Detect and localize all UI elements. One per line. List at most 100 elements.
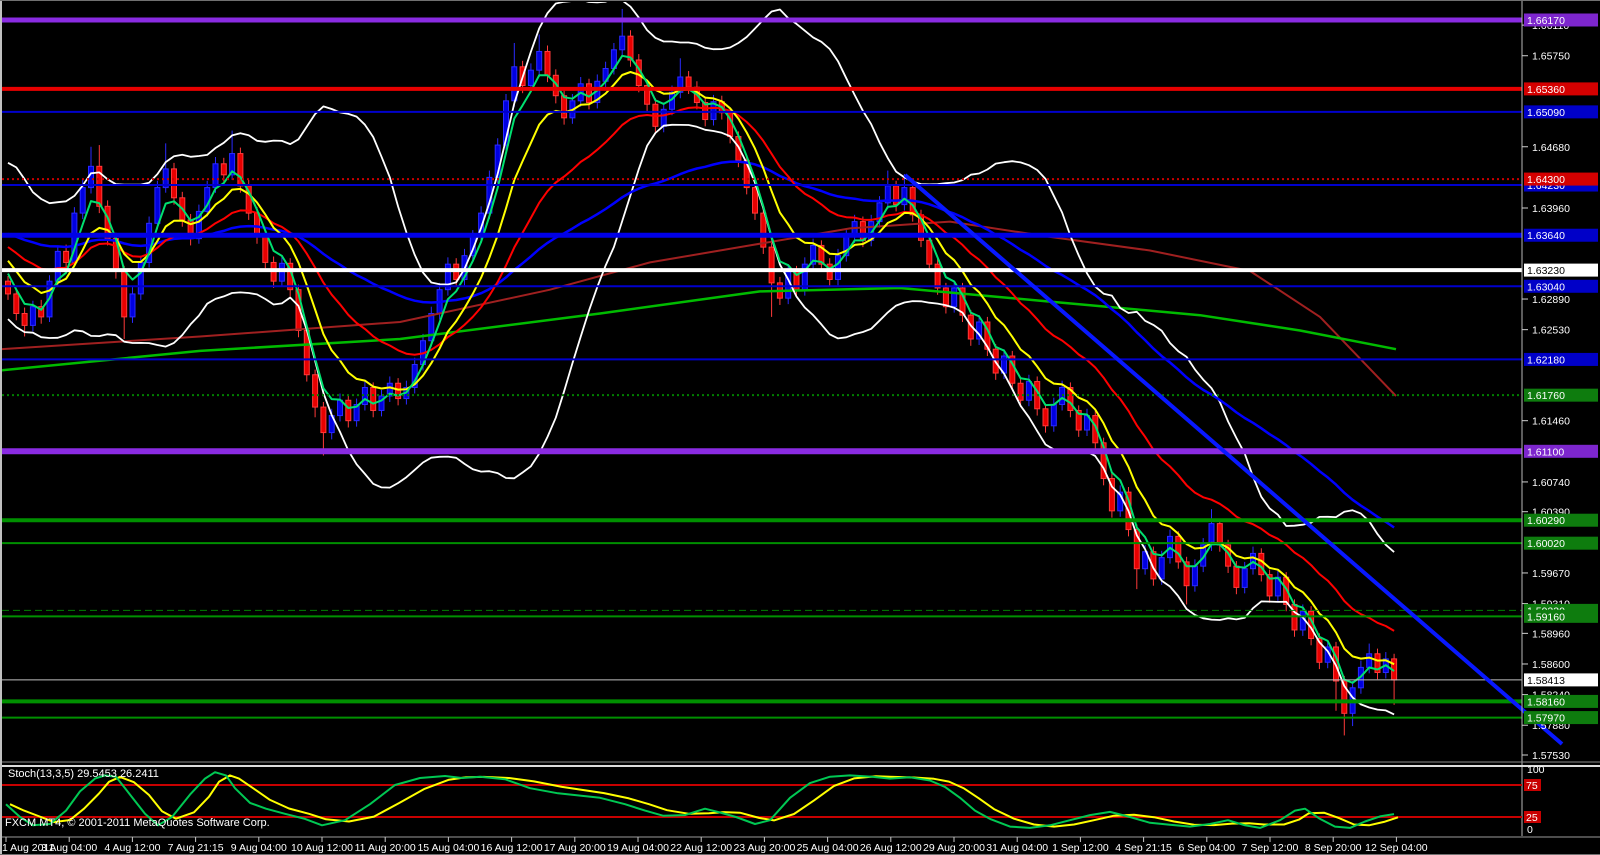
price-label-text: 1.64300 [1527,174,1565,186]
candle-body [79,187,86,214]
price-label-1.66170: 1.66170 [1524,13,1598,27]
candle-body [951,287,958,308]
candle-body [1175,535,1182,563]
candle-body [544,50,551,76]
time-tick-label: 19 Aug 04:00 [607,842,669,854]
candle-body [527,69,534,87]
candle-body [312,374,319,408]
price-tick-label: 1.61460 [1532,416,1570,428]
candle-body [1258,552,1265,576]
price-label-1.58413: 1.58413 [1524,673,1598,687]
candle-body [5,280,11,295]
candle-body [212,163,219,189]
candle-body [21,312,28,326]
time-tick-label: 4 Sep 21:15 [1115,842,1172,854]
candle-body [63,250,70,263]
chart-background [0,0,1600,855]
price-label-text: 1.57970 [1527,713,1565,725]
time-tick-label: 7 Sep 12:00 [1242,842,1299,854]
candle-body [262,236,269,263]
price-label-1.58160: 1.58160 [1524,694,1598,708]
stoch-axis-25: 25 [1524,811,1541,824]
price-label-1.60290: 1.60290 [1524,513,1598,527]
price-label-1.63230: 1.63230 [1524,263,1598,277]
candle-body [1233,565,1240,588]
time-tick-label: 8 Sep 20:00 [1305,842,1362,854]
time-tick-label: 6 Sep 04:00 [1178,842,1235,854]
stochastic-k-value: 29.5453 [77,768,117,780]
time-tick-label: 7 Aug 21:15 [168,842,224,854]
candle-body [154,187,161,224]
price-label-1.63040: 1.63040 [1524,279,1598,293]
stoch-level-label-text: 25 [1526,812,1538,824]
price-label-1.59160: 1.59160 [1524,609,1598,623]
price-tick-label: 1.64680 [1532,142,1570,154]
price-label-text: 1.58413 [1527,675,1565,687]
price-tick-label: 1.60740 [1532,477,1570,489]
candle-body [901,187,908,206]
time-tick-label: 31 Aug 04:00 [986,842,1048,854]
candle-body [13,293,20,314]
price-tick-label: 1.58600 [1532,659,1570,671]
stoch-axis-75: 75 [1524,779,1541,792]
candle-body [752,187,758,214]
candle-body [370,387,377,411]
candle-body [586,83,592,104]
stochastic-d-value: 26.2411 [119,768,159,780]
time-tick-label: 17 Aug 20:00 [544,842,606,854]
price-label-text: 1.63040 [1527,281,1565,293]
price-tick-label: 1.62890 [1532,294,1570,306]
price-label-1.61760: 1.61760 [1524,388,1598,402]
price-label-text: 1.66170 [1527,15,1565,27]
price-tick-label: 1.65750 [1532,51,1570,63]
candle-body [1216,523,1223,546]
candle-body [171,168,177,199]
candle-body [1025,381,1032,401]
time-tick-label: 25 Aug 04:00 [797,842,859,854]
stochastic-name: Stoch(13,3,5) [8,768,75,780]
stochastic-indicator-label: Stoch(13,3,5) 29.5453 26.2411 [8,768,159,780]
time-tick-label: 22 Aug 12:00 [670,842,732,854]
time-tick-label: 15 Aug 04:00 [417,842,479,854]
candle-body [129,293,136,318]
price-label-text: 1.61100 [1527,446,1564,458]
time-tick-label: 12 Sep 04:00 [1365,842,1428,854]
price-label-1.60020: 1.60020 [1524,536,1598,550]
candle-body [345,399,352,422]
candle-body [1042,408,1049,427]
price-tick-label: 1.63960 [1532,203,1570,215]
candle-body [561,95,568,119]
candle-body [320,406,327,434]
price-label-1.57970: 1.57970 [1524,711,1598,725]
stoch-axis-0: 0 [1527,824,1533,836]
price-tick-label: 1.57530 [1532,750,1570,762]
stoch-level-label-text: 75 [1526,780,1538,792]
time-tick-label: 1 Sep 12:00 [1052,842,1109,854]
price-label-1.65360: 1.65360 [1524,82,1598,96]
copyright-label: FXCM MT4, © 2001-2011 MetaQuotes Softwar… [5,817,270,829]
price-tick-label: 1.62530 [1532,325,1570,337]
price-label-text: 1.63230 [1527,265,1565,277]
time-tick-label: 11 Aug 20:00 [355,842,416,854]
time-tick-label: 10 Aug 12:00 [291,842,353,854]
price-label-text: 1.65090 [1527,107,1565,119]
candle-body [619,35,626,51]
time-tick-label: 4 Aug 12:00 [104,842,160,854]
price-label-text: 1.61760 [1527,390,1565,402]
stoch-axis-100: 100 [1527,764,1545,776]
price-label-text: 1.62180 [1527,354,1565,366]
candle-body [54,250,61,282]
candle-body [768,246,775,284]
mt4-chart-window: 1.661101.657501.646801.639601.628901.625… [0,0,1600,855]
price-label-text: 1.63640 [1527,230,1565,242]
time-tick-label: 16 Aug 12:00 [481,842,543,854]
candle-body [1017,382,1024,401]
chart-canvas[interactable]: 1.661101.657501.646801.639601.628901.625… [0,0,1600,855]
candle-body [536,50,543,71]
candle-body [835,255,841,280]
candle-body [121,270,128,318]
price-label-1.63640: 1.63640 [1524,228,1598,242]
candle-body [29,306,36,326]
price-label-text: 1.58160 [1527,696,1565,708]
candle-body [278,262,285,282]
